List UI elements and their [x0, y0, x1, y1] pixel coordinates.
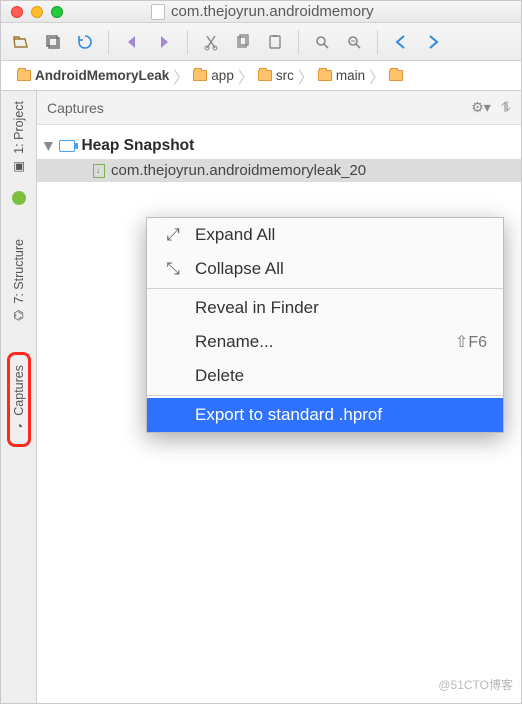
- menu-label: Export to standard .hprof: [195, 405, 382, 425]
- breadcrumb-label: AndroidMemoryLeak: [35, 68, 169, 83]
- project-icon: ▣: [13, 158, 25, 173]
- structure-icon: ⌬: [13, 307, 24, 322]
- menu-reveal-finder[interactable]: Reveal in Finder: [147, 291, 503, 325]
- folder-icon: [193, 70, 207, 81]
- menu-shortcut: ⇧F6: [455, 332, 487, 352]
- rail-captures[interactable]: ◔ Captures: [12, 361, 26, 438]
- menu-expand-all[interactable]: ⤢ Expand All: [147, 218, 503, 252]
- tree-leaf-label: com.thejoyrun.androidmemoryleak_20: [111, 162, 366, 179]
- breadcrumb-label: app: [211, 68, 234, 83]
- paste-button[interactable]: [263, 30, 287, 54]
- android-icon[interactable]: [12, 191, 26, 205]
- tree-root-label: Heap Snapshot: [81, 137, 194, 155]
- chevron-down-icon[interactable]: ▶: [43, 142, 56, 150]
- cut-button[interactable]: [199, 30, 223, 54]
- copy-button[interactable]: [231, 30, 255, 54]
- breadcrumb-label: main: [336, 68, 365, 83]
- rail-label: 7: Structure: [12, 239, 26, 304]
- menu-rename[interactable]: Rename... ⇧F6: [147, 325, 503, 359]
- breadcrumb-item-app[interactable]: app: [187, 68, 240, 83]
- rail-project[interactable]: ▣ 1: Project: [12, 91, 26, 183]
- tree-leaf-selected[interactable]: com.thejoyrun.androidmemoryleak_20: [37, 159, 521, 182]
- menu-delete[interactable]: Delete: [147, 359, 503, 393]
- toolbar: [1, 23, 521, 61]
- panel-title: Captures: [47, 100, 104, 116]
- menu-export-hprof[interactable]: Export to standard .hprof: [147, 398, 503, 432]
- menu-label: Delete: [195, 366, 244, 386]
- zoom-traffic[interactable]: [51, 6, 63, 18]
- folder-icon: [318, 70, 332, 81]
- find-button[interactable]: [310, 30, 334, 54]
- close-traffic[interactable]: [11, 6, 23, 18]
- nav-forward-button[interactable]: [421, 30, 445, 54]
- tree-root-node[interactable]: ▶ Heap Snapshot: [37, 133, 521, 159]
- redo-button[interactable]: [152, 30, 176, 54]
- rail-structure[interactable]: ⌬ 7: Structure: [12, 229, 26, 333]
- tool-window-rail: ▣ 1: Project ⌬ 7: Structure ◔ Captures: [1, 91, 37, 703]
- nav-back-button[interactable]: [389, 30, 413, 54]
- collapse-icon: ⤡: [163, 259, 183, 279]
- breadcrumb-item-src[interactable]: src: [252, 68, 300, 83]
- undo-button[interactable]: [120, 30, 144, 54]
- sync-button[interactable]: [73, 30, 97, 54]
- snapshot-icon: [59, 140, 75, 152]
- breadcrumb-item-more[interactable]: [383, 70, 409, 81]
- expand-icon: ⤢: [163, 225, 183, 245]
- captures-tree[interactable]: ▶ Heap Snapshot com.thejoyrun.androidmem…: [37, 125, 521, 190]
- rail-label: Captures: [12, 365, 26, 416]
- gear-icon[interactable]: ⚙︎▾: [471, 99, 491, 116]
- menu-label: Expand All: [195, 225, 275, 245]
- document-icon: [151, 4, 165, 20]
- folder-icon: [258, 70, 272, 81]
- minimize-traffic[interactable]: [31, 6, 43, 18]
- minimize-panel-button[interactable]: ⥮: [501, 99, 511, 116]
- save-all-button[interactable]: [41, 30, 65, 54]
- breadcrumb: AndroidMemoryLeak 〉 app 〉 src 〉 main 〉: [1, 61, 521, 91]
- watermark: @51CTO博客: [438, 676, 513, 693]
- titlebar: com.thejoyrun.androidmemory: [1, 1, 521, 23]
- breadcrumb-item-main[interactable]: main: [312, 68, 371, 83]
- menu-separator: [147, 288, 503, 289]
- rail-label: 1: Project: [12, 101, 26, 154]
- folder-icon: [389, 70, 403, 81]
- menu-label: Reveal in Finder: [195, 298, 319, 318]
- rail-captures-highlight: ◔ Captures: [7, 352, 31, 447]
- breadcrumb-item-project[interactable]: AndroidMemoryLeak: [11, 68, 175, 83]
- context-menu: ⤢ Expand All ⤡ Collapse All Reveal in Find…: [146, 217, 504, 433]
- menu-label: Rename...: [195, 332, 273, 352]
- menu-separator: [147, 395, 503, 396]
- menu-collapse-all[interactable]: ⤡ Collapse All: [147, 252, 503, 286]
- folder-icon: [17, 70, 31, 81]
- open-button[interactable]: [9, 30, 33, 54]
- window-title: com.thejoyrun.androidmemory: [171, 3, 374, 20]
- hprof-file-icon: [93, 164, 105, 178]
- replace-button[interactable]: [342, 30, 366, 54]
- menu-label: Collapse All: [195, 259, 284, 279]
- breadcrumb-label: src: [276, 68, 294, 83]
- stopwatch-icon: ◔: [15, 420, 23, 434]
- panel-header: Captures ⚙︎▾ ⥮: [37, 91, 521, 125]
